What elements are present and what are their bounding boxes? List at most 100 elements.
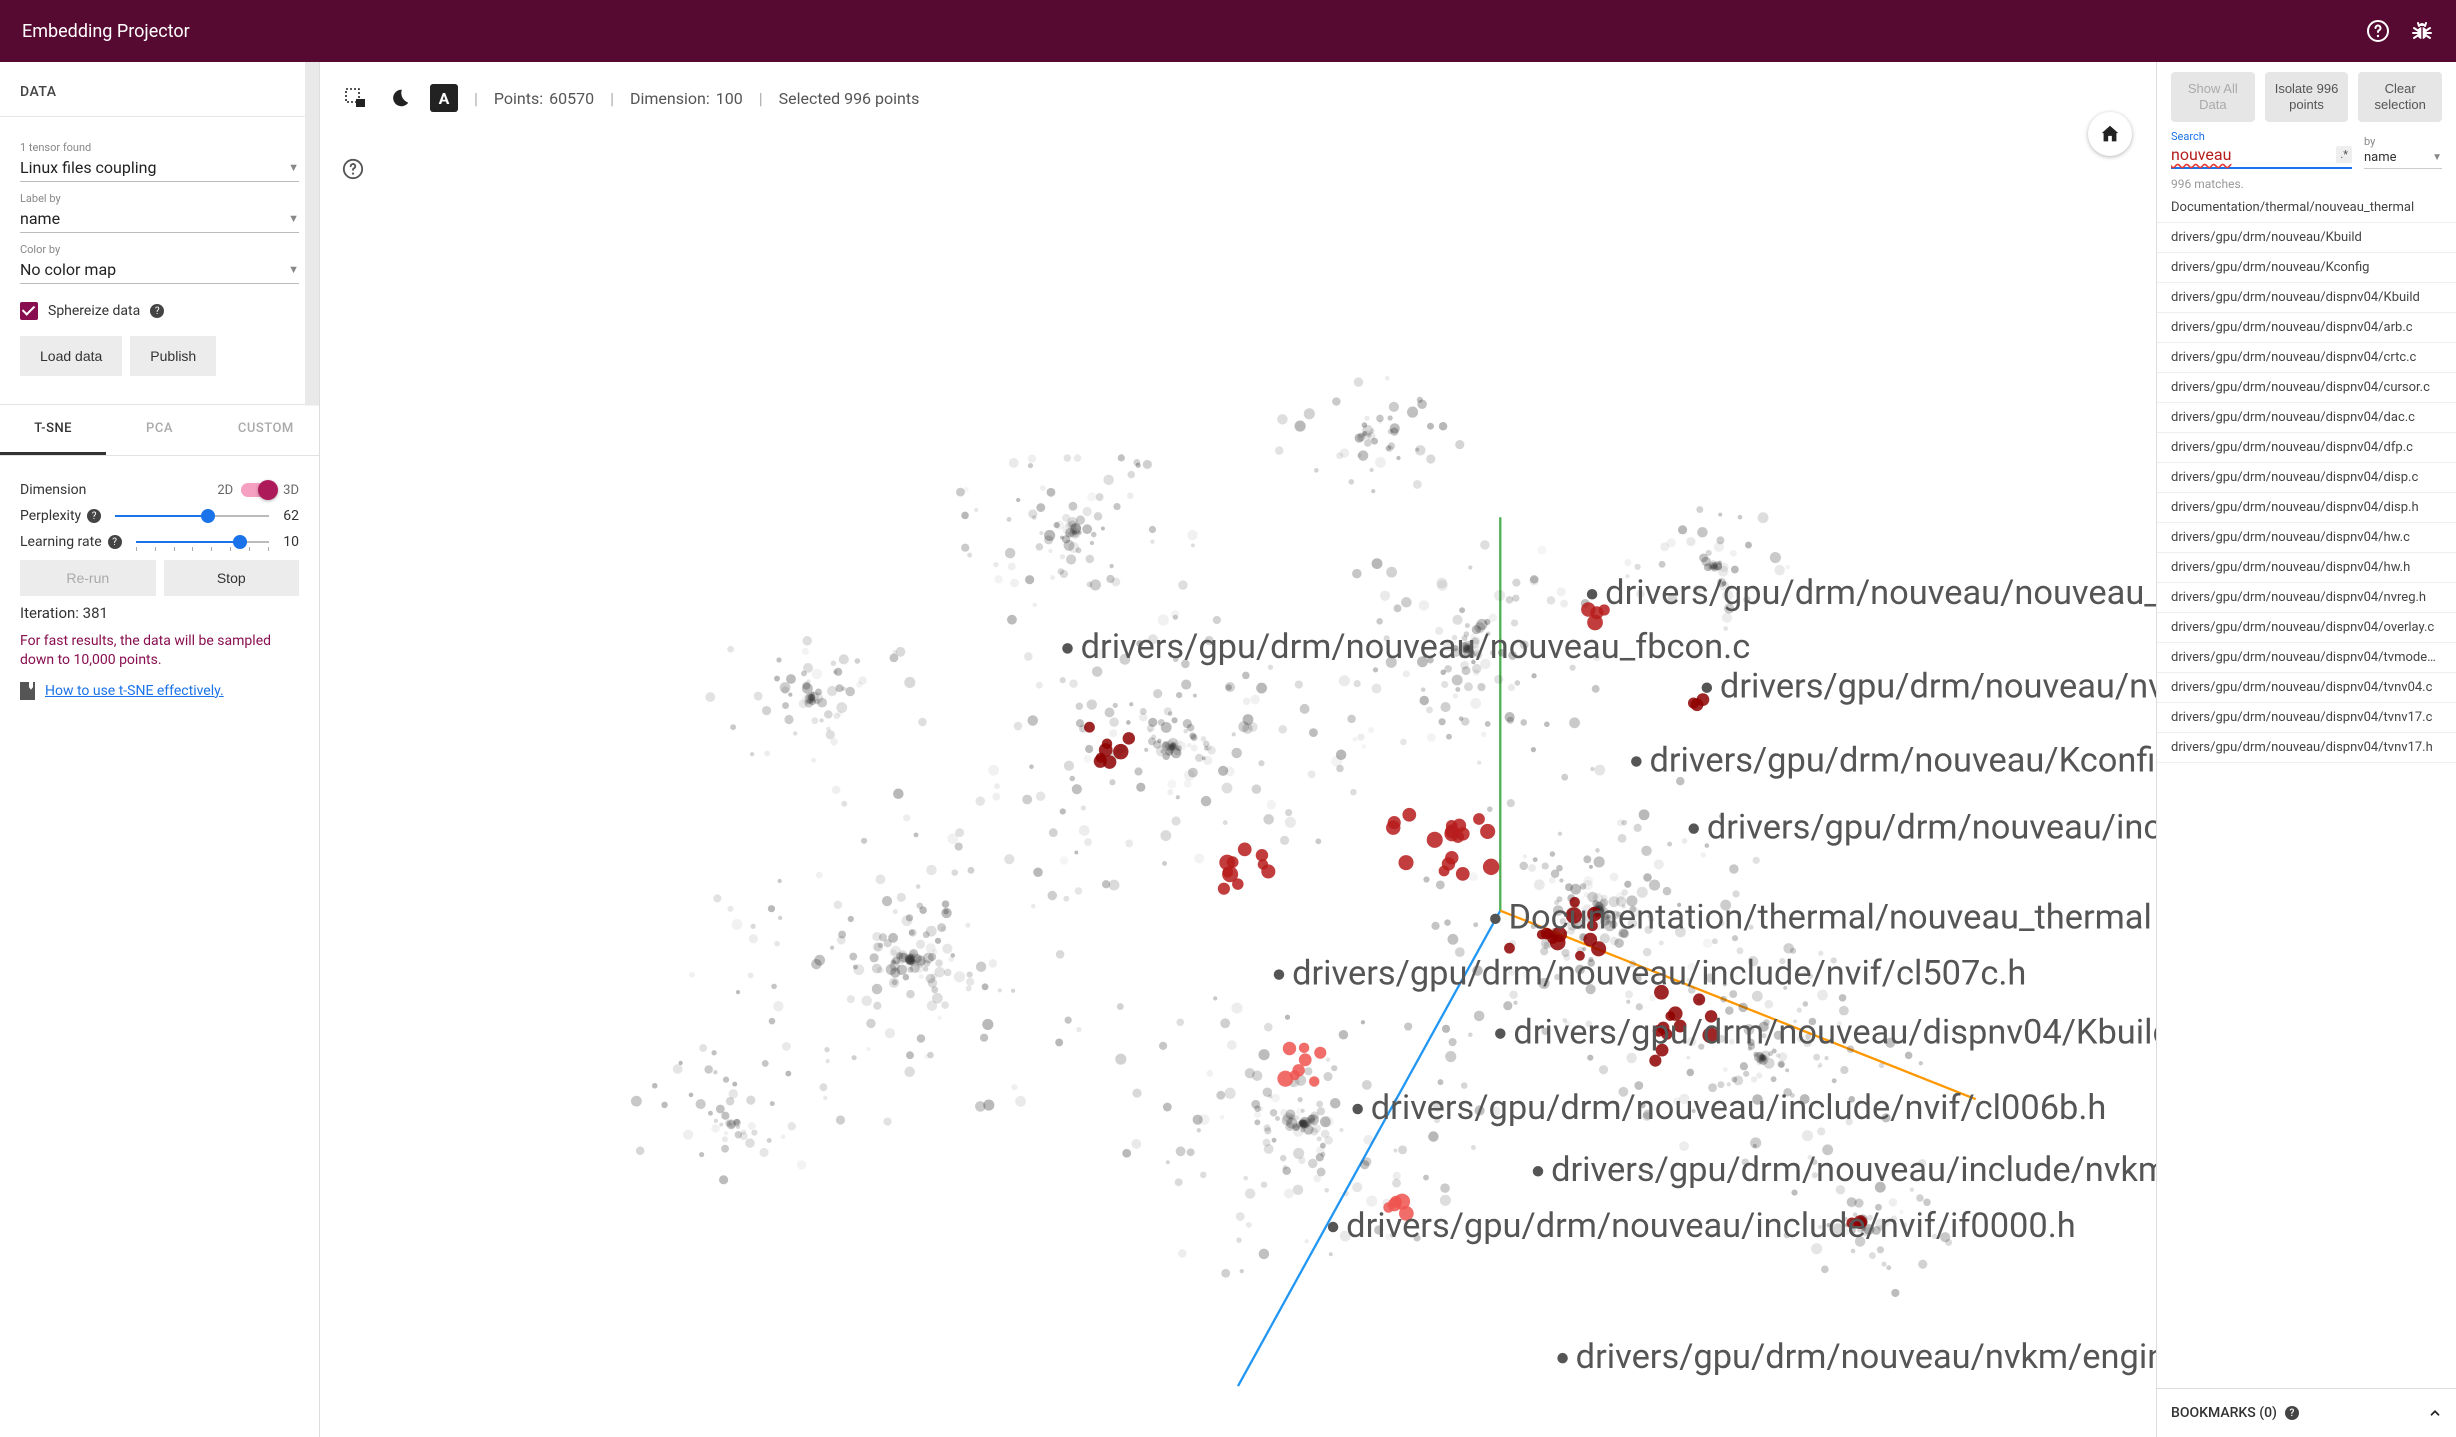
show-all-button[interactable]: Show All Data: [2171, 72, 2255, 122]
dim-3d-label: 3D: [283, 483, 299, 498]
svg-text:drivers/gpu/drm/nouveau/nouvea: drivers/gpu/drm/nouveau/nouveau_: [1605, 573, 2156, 613]
result-item[interactable]: drivers/gpu/drm/nouveau/dispnv04/hw.c: [2157, 523, 2456, 553]
select-box-icon[interactable]: [342, 84, 370, 112]
tab-custom[interactable]: CUSTOM: [213, 405, 319, 455]
chevron-up-icon: [2428, 1406, 2442, 1420]
book-icon: [20, 682, 35, 700]
result-item[interactable]: drivers/gpu/drm/nouveau/dispnv04/Kbuild: [2157, 283, 2456, 313]
result-item[interactable]: drivers/gpu/drm/nouveau/dispnv04/overlay…: [2157, 613, 2456, 643]
help-icon[interactable]: ?: [108, 535, 122, 549]
result-item[interactable]: drivers/gpu/drm/nouveau/dispnv04/cursor.…: [2157, 373, 2456, 403]
result-item[interactable]: drivers/gpu/drm/nouveau/Kconfig: [2157, 253, 2456, 283]
help-icon[interactable]: [2366, 19, 2390, 43]
chevron-down-icon: ▼: [288, 161, 299, 174]
labels-mode-icon[interactable]: A: [430, 84, 458, 112]
tab-tsne[interactable]: T-SNE: [0, 405, 106, 455]
help-icon[interactable]: ?: [87, 509, 101, 523]
home-icon: [2099, 123, 2121, 145]
result-item[interactable]: drivers/gpu/drm/nouveau/dispnv04/disp.h: [2157, 493, 2456, 523]
learning-rate-value: 10: [283, 534, 299, 550]
right-panel: Show All Data Isolate 996 points Clear s…: [2156, 62, 2456, 1437]
iteration-text: Iteration: 381: [20, 604, 299, 622]
label-by-label: Label by: [20, 192, 299, 205]
color-by-label: Color by: [20, 243, 299, 256]
tab-pca[interactable]: PCA: [106, 405, 212, 455]
label-by-select[interactable]: name ▼: [20, 205, 299, 233]
bookmarks-toggle[interactable]: BOOKMARKS (0) ?: [2157, 1388, 2456, 1437]
help-icon[interactable]: [342, 158, 364, 180]
svg-text:Documentation/thermal/nouveau_: Documentation/thermal/nouveau_thermal: [1508, 898, 2151, 938]
chevron-down-icon: ▼: [288, 212, 299, 225]
rerun-button[interactable]: Re-run: [20, 560, 156, 596]
dimension-label: Dimension: [20, 482, 86, 498]
learning-rate-slider[interactable]: [136, 541, 270, 543]
chevron-down-icon: ▼: [2432, 152, 2442, 163]
result-item[interactable]: drivers/gpu/drm/nouveau/dispnv04/hw.h: [2157, 553, 2456, 583]
bookmarks-label: BOOKMARKS (0): [2171, 1405, 2277, 1421]
dim-2d-label: 2D: [217, 483, 233, 498]
result-item[interactable]: drivers/gpu/drm/nouveau/dispnv04/dac.c: [2157, 403, 2456, 433]
bug-icon[interactable]: [2410, 19, 2434, 43]
sphereize-checkbox[interactable]: [20, 302, 38, 320]
help-icon[interactable]: ?: [150, 304, 164, 318]
result-item[interactable]: drivers/gpu/drm/nouveau/Kbuild: [2157, 223, 2456, 253]
label-by-value: name: [20, 209, 60, 228]
result-item[interactable]: drivers/gpu/drm/nouveau/dispnv04/dfp.c: [2157, 433, 2456, 463]
night-mode-icon[interactable]: [386, 84, 414, 112]
svg-text:drivers/gpu/drm/nouveau/Kconfi: drivers/gpu/drm/nouveau/Kconfig: [1649, 740, 2156, 780]
dimension-toggle[interactable]: [241, 483, 275, 497]
search-label: Search: [2171, 130, 2352, 143]
help-icon[interactable]: ?: [2285, 1406, 2299, 1420]
data-heading: DATA: [0, 62, 319, 117]
left-panel: DATA 1 tensor found Linux files coupling…: [0, 62, 320, 1437]
tsne-doc-link[interactable]: How to use t-SNE effectively.: [45, 683, 224, 699]
chevron-down-icon: ▼: [288, 263, 299, 276]
dimension-stat-value: 100: [716, 89, 743, 108]
svg-text:drivers/gpu/drm/nouveau/inc: drivers/gpu/drm/nouveau/inc: [1707, 808, 2156, 848]
result-item[interactable]: drivers/gpu/drm/nouveau/dispnv04/tvnv04.…: [2157, 673, 2456, 703]
search-by-value: name: [2364, 150, 2397, 165]
sample-note: For fast results, the data will be sampl…: [20, 632, 299, 670]
points-value: 60570: [549, 89, 594, 108]
result-item[interactable]: drivers/gpu/drm/nouveau/dispnv04/nvreg.h: [2157, 583, 2456, 613]
tensor-select-value: Linux files coupling: [20, 158, 156, 177]
matches-count: 996 matches.: [2157, 171, 2456, 193]
dimension-stat-label: Dimension:: [630, 89, 710, 108]
result-item[interactable]: drivers/gpu/drm/nouveau/dispnv04/tvnv17.…: [2157, 733, 2456, 763]
svg-text:drivers/gpu/drm/nouveau/includ: drivers/gpu/drm/nouveau/include/nvkm: [1551, 1150, 2156, 1190]
selected-text: Selected 996 points: [779, 89, 920, 108]
svg-text:drivers/gpu/drm/nouveau/includ: drivers/gpu/drm/nouveau/include/nvif/cl5…: [1292, 953, 2026, 993]
result-item[interactable]: drivers/gpu/drm/nouveau/dispnv04/tvnv17.…: [2157, 703, 2456, 733]
tensor-select[interactable]: Linux files coupling ▼: [20, 154, 299, 182]
color-by-value: No color map: [20, 260, 116, 279]
result-item[interactable]: drivers/gpu/drm/nouveau/dispnv04/disp.c: [2157, 463, 2456, 493]
perplexity-slider[interactable]: [115, 515, 269, 517]
points-label: Points:: [494, 89, 543, 108]
app-header: Embedding Projector: [0, 0, 2456, 62]
search-results: Documentation/thermal/nouveau_thermaldri…: [2157, 193, 2456, 1388]
svg-text:drivers/gpu/drm/nouveau/nouvea: drivers/gpu/drm/nouveau/nouveau_fbcon.c: [1081, 627, 1751, 667]
search-by-select[interactable]: name ▼: [2364, 150, 2442, 169]
isolate-button[interactable]: Isolate 996 points: [2265, 72, 2349, 122]
reset-view-button[interactable]: [2088, 112, 2132, 156]
publish-button[interactable]: Publish: [130, 336, 216, 376]
search-input[interactable]: nouveau: [2171, 145, 2231, 164]
tensor-found-label: 1 tensor found: [20, 141, 299, 154]
color-by-select[interactable]: No color map ▼: [20, 256, 299, 284]
learning-rate-label: Learning rate: [20, 534, 102, 550]
regex-toggle[interactable]: .*: [2336, 146, 2352, 163]
result-item[interactable]: Documentation/thermal/nouveau_thermal: [2157, 193, 2456, 223]
result-item[interactable]: drivers/gpu/drm/nouveau/dispnv04/tvmodes…: [2157, 643, 2456, 673]
result-item[interactable]: drivers/gpu/drm/nouveau/dispnv04/crtc.c: [2157, 343, 2456, 373]
projection-canvas[interactable]: A | Points: 60570 | Dimension: 100 | Sel…: [320, 62, 2156, 1437]
svg-text:drivers/gpu/drm/nouveau/nvkm/e: drivers/gpu/drm/nouveau/nvkm/engin: [1576, 1337, 2156, 1377]
load-data-button[interactable]: Load data: [20, 336, 122, 376]
svg-text:drivers/gpu/drm/nouveau/dispnv: drivers/gpu/drm/nouveau/dispnv04/Kbuild: [1513, 1012, 2156, 1052]
sphereize-label: Sphereize data: [48, 303, 140, 319]
stop-button[interactable]: Stop: [164, 560, 300, 596]
svg-text:drivers/gpu/drm/nouveau/includ: drivers/gpu/drm/nouveau/include/nvif/cl0…: [1371, 1088, 2107, 1128]
result-item[interactable]: drivers/gpu/drm/nouveau/dispnv04/arb.c: [2157, 313, 2456, 343]
clear-selection-button[interactable]: Clear selection: [2358, 72, 2442, 122]
perplexity-label: Perplexity: [20, 508, 81, 524]
perplexity-value: 62: [283, 508, 299, 524]
